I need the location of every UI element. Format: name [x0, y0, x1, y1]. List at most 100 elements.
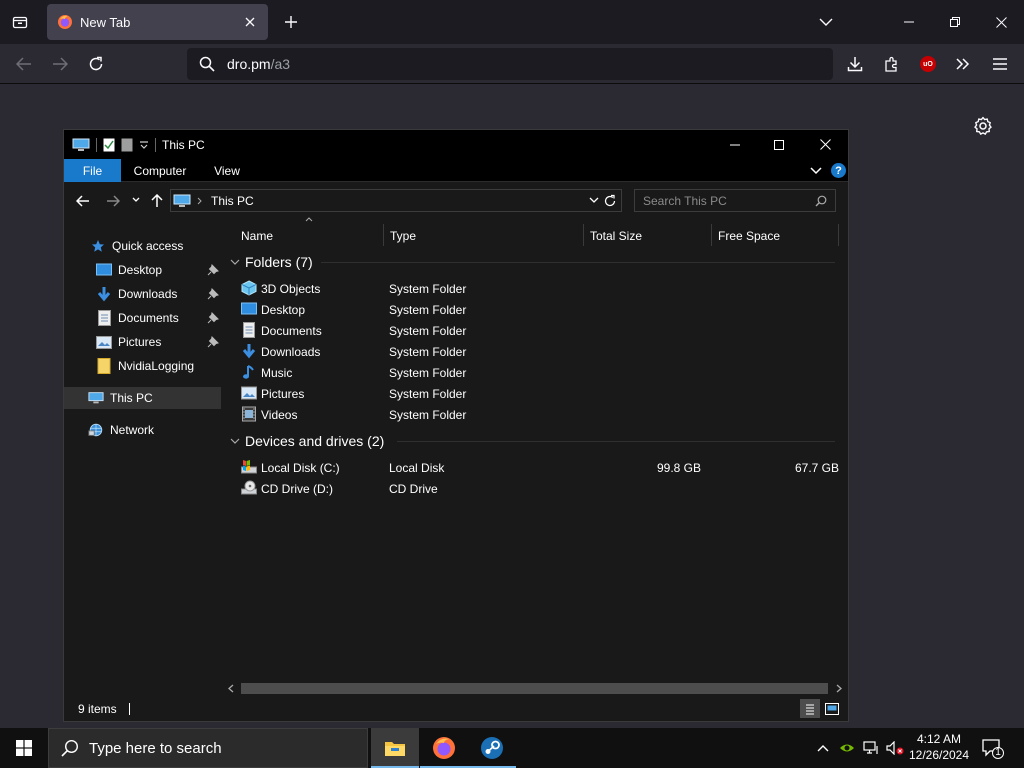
scroll-right-icon[interactable]	[836, 684, 842, 693]
table-row[interactable]: Pictures System Folder	[239, 383, 839, 404]
forward-arrow-icon[interactable]	[106, 195, 120, 207]
tray-network[interactable]	[860, 728, 882, 768]
new-folder-icon[interactable]	[121, 138, 133, 152]
scroll-left-icon[interactable]	[228, 684, 234, 693]
more-tools-button[interactable]	[948, 49, 978, 79]
action-center-button[interactable]: 1	[980, 736, 1004, 760]
pin-icon[interactable]	[207, 288, 219, 300]
help-icon[interactable]: ?	[831, 163, 846, 178]
nav-item-downloads[interactable]: Downloads	[64, 283, 221, 305]
ribbon-tab-file[interactable]: File	[64, 159, 121, 182]
reload-button[interactable]	[81, 49, 111, 79]
restore-button[interactable]	[932, 0, 978, 44]
table-row[interactable]: Downloads System Folder	[239, 341, 839, 362]
pictures-icon	[96, 334, 112, 350]
column-header-type[interactable]: Type	[384, 220, 583, 252]
back-arrow-icon[interactable]	[76, 195, 90, 207]
group-header-folders[interactable]: Folders (7)	[229, 251, 313, 273]
new-tab-settings-button[interactable]	[972, 115, 994, 137]
recent-locations-icon[interactable]	[132, 197, 140, 203]
horizontal-scrollbar[interactable]	[221, 681, 848, 696]
search-input[interactable]: Search This PC	[634, 189, 836, 212]
address-bar[interactable]: This PC	[170, 189, 622, 212]
taskbar-app-steam[interactable]	[468, 728, 516, 768]
pin-icon[interactable]	[207, 312, 219, 324]
table-row[interactable]: Desktop System Folder	[239, 299, 839, 320]
scrollbar-thumb[interactable]	[241, 683, 828, 694]
table-row[interactable]: CD Drive (D:) CD Drive	[239, 478, 839, 499]
nav-quick-access[interactable]: Quick access	[64, 235, 221, 257]
item-type: Local Disk	[389, 461, 445, 475]
nav-item-nvidialogging[interactable]: NvidiaLogging	[64, 355, 221, 377]
close-tab-button[interactable]	[242, 14, 258, 30]
column-header-name[interactable]: Name	[235, 220, 383, 252]
tray-nvidia[interactable]	[836, 728, 858, 768]
file-explorer-icon	[385, 742, 405, 756]
group-header-devices[interactable]: Devices and drives (2)	[229, 430, 384, 452]
file-explorer-window: This PC File Computer View ? This PC Sea…	[63, 129, 849, 722]
ribbon-tab-computer[interactable]: Computer	[126, 159, 194, 182]
ribbon-tab-view[interactable]: View	[204, 159, 250, 182]
close-window-button[interactable]	[978, 0, 1024, 44]
status-separator	[128, 702, 130, 715]
breadcrumb[interactable]: This PC	[211, 194, 254, 208]
downloads-button[interactable]	[840, 49, 870, 79]
table-row[interactable]: Local Disk (C:) Local Disk 99.8 GB 67.7 …	[239, 457, 839, 478]
list-all-tabs-button[interactable]	[812, 8, 840, 36]
column-label: Total Size	[590, 229, 643, 243]
large-icons-view-icon	[825, 702, 839, 715]
reload-icon	[89, 56, 103, 71]
ublock-origin-button[interactable]: uO	[913, 49, 943, 79]
refresh-icon[interactable]	[603, 194, 617, 208]
details-view-button[interactable]	[800, 699, 820, 718]
explorer-maximize-button[interactable]	[756, 130, 802, 159]
pin-icon[interactable]	[207, 264, 219, 276]
expand-ribbon-icon[interactable]	[810, 166, 822, 175]
explorer-minimize-button[interactable]	[712, 130, 758, 159]
hamburger-menu-icon	[993, 58, 1007, 70]
ublock-origin-icon: uO	[920, 56, 936, 72]
taskbar-search-input[interactable]: Type here to search	[48, 728, 368, 768]
column-header-total-size[interactable]: Total Size	[584, 220, 711, 252]
table-row[interactable]: Music System Folder	[239, 362, 839, 383]
search-icon	[815, 195, 827, 207]
nvidia-icon	[840, 744, 854, 752]
pin-icon[interactable]	[207, 336, 219, 348]
table-row[interactable]: Videos System Folder	[239, 404, 839, 425]
table-row[interactable]: 3D Objects System Folder	[239, 278, 839, 299]
column-header-free-space[interactable]: Free Space	[712, 220, 838, 252]
app-menu-button[interactable]	[985, 49, 1015, 79]
properties-icon[interactable]	[103, 138, 115, 152]
nav-label: Pictures	[118, 335, 162, 349]
column-divider[interactable]	[838, 224, 839, 246]
system-clock[interactable]: 4:12 AM 12/26/2024	[902, 731, 976, 763]
nav-network[interactable]: Network	[64, 419, 221, 441]
up-arrow-icon[interactable]	[151, 194, 163, 208]
firefox-view-button[interactable]	[6, 8, 34, 36]
taskbar-app-file-explorer[interactable]	[371, 728, 419, 768]
address-history-icon[interactable]	[589, 197, 599, 204]
table-row[interactable]: Documents System Folder	[239, 320, 839, 341]
explorer-close-button[interactable]	[802, 130, 848, 159]
minimize-button[interactable]	[886, 0, 932, 44]
nav-this-pc[interactable]: This PC	[64, 387, 221, 409]
taskbar-app-firefox[interactable]	[420, 728, 468, 768]
this-pc-icon	[88, 390, 104, 406]
network-icon	[88, 422, 104, 438]
details-view-icon	[806, 704, 814, 714]
nav-item-pictures[interactable]: Pictures	[64, 331, 221, 353]
show-hidden-icons-button[interactable]	[812, 728, 834, 768]
tab-title: New Tab	[80, 14, 131, 30]
start-button[interactable]	[0, 728, 48, 768]
new-tab-button[interactable]	[277, 8, 305, 36]
extensions-button[interactable]	[877, 49, 907, 79]
customize-toolbar-icon[interactable]	[139, 140, 149, 150]
download-icon	[847, 57, 863, 72]
large-icons-view-button[interactable]	[822, 699, 842, 718]
browser-tab[interactable]: New Tab	[47, 4, 268, 40]
url-bar[interactable]: dro.pm/a3	[187, 48, 833, 80]
back-button[interactable]	[9, 49, 39, 79]
forward-button[interactable]	[45, 49, 75, 79]
nav-item-documents[interactable]: Documents	[64, 307, 221, 329]
nav-item-desktop[interactable]: Desktop	[64, 259, 221, 281]
